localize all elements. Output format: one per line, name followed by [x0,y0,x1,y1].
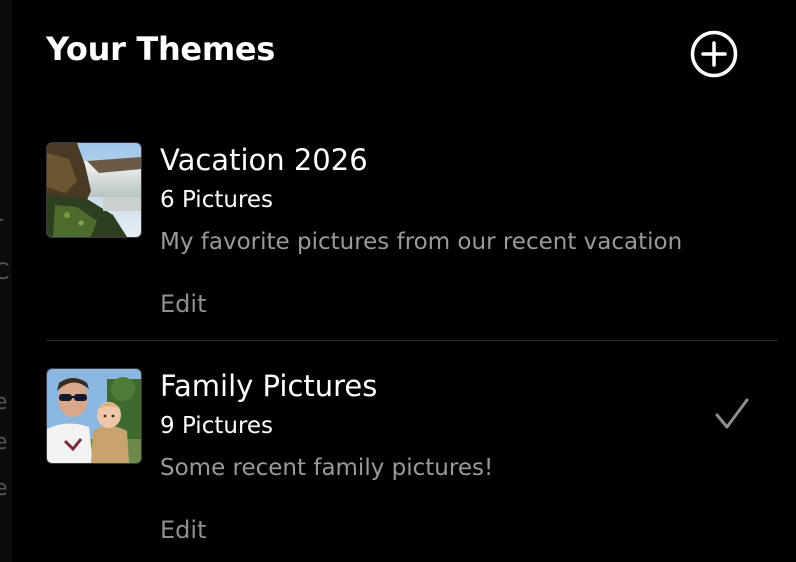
family-photo [47,369,141,463]
edit-button[interactable]: Edit [160,290,206,318]
background-view-edge: r C i e e e [0,0,12,562]
theme-row-vacation[interactable]: Vacation 2026 6 Pictures My favorite pic… [46,140,778,341]
checkmark-icon [714,396,750,432]
theme-description: Some recent family pictures! [160,455,494,481]
theme-thumbnail [46,142,142,238]
add-theme-button[interactable] [690,30,738,78]
theme-description: My favorite pictures from our recent vac… [160,229,683,255]
themes-sheet: Your Themes Vacation 2026 6 Pictures My … [12,0,796,562]
page-title: Your Themes [46,30,276,68]
waterfall-photo [47,143,141,237]
theme-picture-count: 9 Pictures [160,413,274,439]
theme-picture-count: 6 Pictures [160,187,274,213]
theme-thumbnail [46,368,142,464]
theme-name: Vacation 2026 [160,143,368,177]
plus-circle-icon [690,30,738,78]
edit-button[interactable]: Edit [160,516,206,544]
theme-name: Family Pictures [160,369,378,403]
theme-row-family[interactable]: Family Pictures 9 Pictures Some recent f… [46,366,778,562]
